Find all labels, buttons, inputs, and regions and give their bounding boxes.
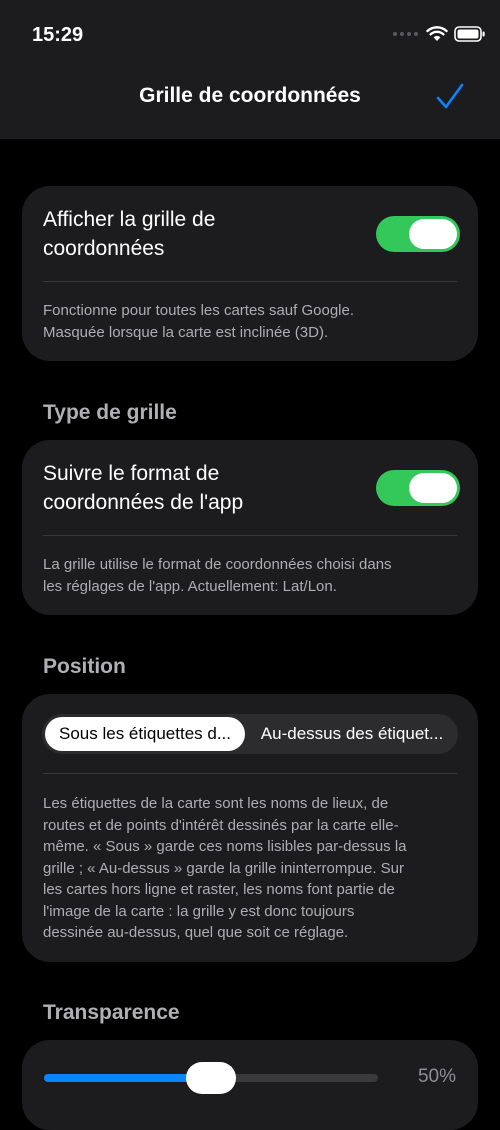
status-time: 15:29: [32, 24, 84, 46]
footnote-line: grille ; « Au-dessus » garde la grille i…: [43, 859, 405, 877]
grid-type-header: Type de grille: [43, 401, 177, 424]
show-grid-toggle[interactable]: [376, 216, 460, 252]
footnote-line: routes et de points d'intérêt dessinés p…: [43, 816, 399, 834]
show-grid-label-line1: Afficher la grille de: [43, 208, 216, 231]
segment-above-labels[interactable]: Au-dessus des étiquet...: [252, 717, 452, 751]
divider: [43, 773, 457, 774]
transparency-header: Transparence: [43, 1001, 180, 1024]
checkmark-icon[interactable]: [434, 81, 466, 113]
footnote-line: Fonctionne pour toutes les cartes sauf G…: [43, 302, 355, 319]
follow-format-label: Suivre le format de coordonnées de l'app: [43, 459, 243, 517]
show-grid-label-line2: coordonnées: [43, 237, 165, 260]
show-grid-card: Afficher la grille de coordonnées Foncti…: [22, 186, 478, 361]
navigation-bar: Grille de coordonnées: [0, 70, 500, 139]
show-grid-footnote: Fonctionne pour toutes les cartes sauf G…: [43, 300, 457, 343]
grid-type-footnote: La grille utilise le format de coordonné…: [43, 554, 457, 597]
follow-format-label-line1: Suivre le format de: [43, 462, 220, 485]
footnote-line: Les étiquettes de la carte sont les noms…: [43, 795, 389, 812]
show-grid-label: Afficher la grille de coordonnées: [43, 205, 215, 263]
footnote-line: l'image de la carte : la grille y est do…: [43, 902, 355, 920]
transparency-card: 50%: [22, 1040, 478, 1130]
position-footnote: Les étiquettes de la carte sont les noms…: [43, 793, 457, 944]
battery-icon: [454, 26, 485, 42]
footnote-line: Masquée lorsque la carte est inclinée (3…: [43, 323, 329, 341]
footnote-line: même. « Sous » garde ces noms lisibles p…: [43, 838, 407, 855]
transparency-slider[interactable]: [44, 1062, 378, 1094]
follow-format-toggle[interactable]: [376, 470, 460, 506]
segment-below-labels[interactable]: Sous les étiquettes d...: [45, 717, 245, 751]
divider: [43, 535, 457, 536]
transparency-value: 50%: [417, 1066, 456, 1087]
position-header: Position: [43, 655, 126, 678]
cellular-signal-icon: [393, 32, 418, 36]
toggle-knob: [409, 473, 457, 503]
footnote-line: les cartes hors ligne et raster, les nom…: [43, 881, 395, 898]
position-card: Sous les étiquettes d... Au-dessus des é…: [22, 694, 478, 962]
divider: [43, 281, 457, 282]
slider-thumb[interactable]: [186, 1062, 236, 1094]
toggle-knob: [409, 219, 457, 249]
status-bar: 15:29: [0, 0, 500, 70]
page-title: Grille de coordonnées: [139, 84, 361, 107]
follow-format-label-line2: coordonnées de l'app: [43, 491, 244, 514]
grid-type-card: Suivre le format de coordonnées de l'app…: [22, 440, 478, 615]
wifi-icon: [426, 26, 448, 41]
footnote-line: La grille utilise le format de coordonné…: [43, 556, 392, 573]
position-segmented-control: Sous les étiquettes d... Au-dessus des é…: [42, 714, 458, 754]
footnote-line: les réglages de l'app. Actuellement: Lat…: [43, 577, 337, 595]
status-icons: [393, 26, 486, 42]
footnote-line: dessinée au-dessus, quel que soit ce rég…: [43, 924, 349, 941]
